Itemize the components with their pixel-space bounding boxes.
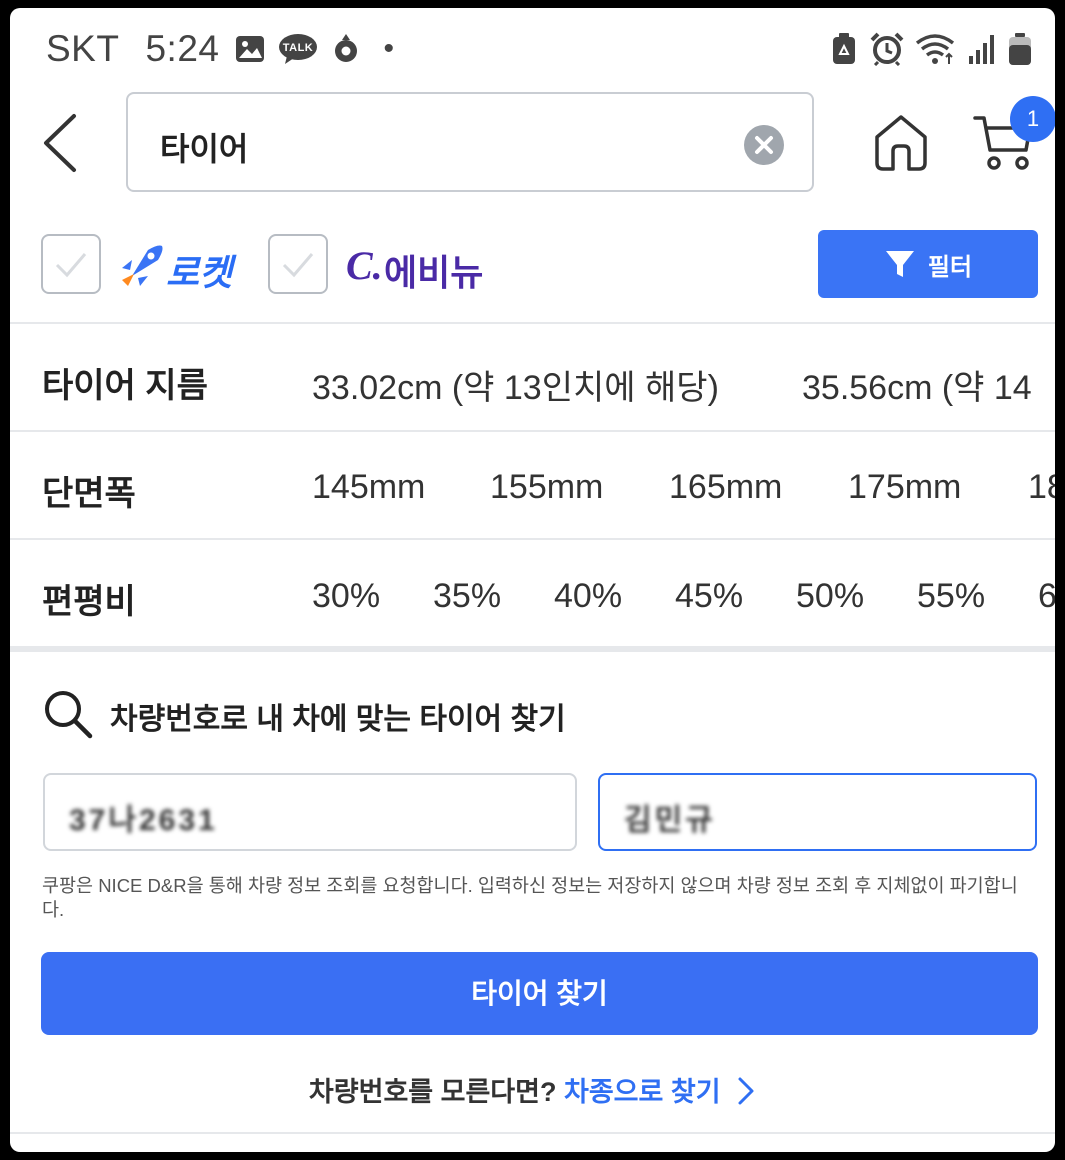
location-icon — [335, 34, 358, 62]
diameter-option[interactable]: 35.56cm (약 14 — [802, 360, 1032, 409]
ratio-option[interactable]: 6 — [1038, 577, 1055, 616]
gallery-icon — [236, 36, 265, 62]
width-option[interactable]: 18 — [1028, 468, 1055, 507]
notification-dot: • — [383, 32, 395, 65]
filter-button[interactable]: 필터 — [818, 230, 1038, 298]
ratio-option[interactable]: 50% — [796, 577, 864, 616]
find-tire-button[interactable]: 타이어 찾기 — [41, 952, 1038, 1035]
check-icon — [282, 253, 314, 278]
width-option[interactable]: 165mm — [669, 468, 782, 507]
clear-search-button[interactable] — [744, 125, 784, 165]
filter-button-label: 필터 — [927, 253, 973, 281]
owner-name-value[interactable]: 김민규 — [624, 795, 716, 839]
section-width-label: 단면폭 — [42, 475, 136, 513]
status-bar-right — [829, 32, 1033, 66]
evenew-logo-c[interactable]: C. — [346, 242, 383, 289]
search-icon — [45, 691, 93, 739]
ratio-option[interactable]: 55% — [917, 577, 985, 616]
width-option[interactable]: 155mm — [490, 468, 603, 507]
talk-badge-text: TALK — [283, 42, 314, 54]
clock: 5:24 — [145, 28, 220, 69]
cart-count-badge: 1 — [1010, 96, 1055, 142]
plate-number-value[interactable]: 37나2631 — [69, 795, 218, 839]
aspect-ratio-label: 편평비 — [42, 583, 136, 621]
divider — [10, 538, 1055, 540]
battery-icon — [1009, 33, 1031, 65]
status-bar-left: SKT 5:24 TALK • — [46, 28, 395, 70]
back-arrow-icon[interactable] — [40, 112, 80, 174]
divider — [10, 1132, 1055, 1134]
ratio-option[interactable]: 45% — [675, 577, 743, 616]
check-icon — [55, 253, 87, 278]
find-by-model-row: 차량번호를 모른다면? 차종으로 찾기 — [10, 1070, 1055, 1109]
width-option[interactable]: 145mm — [312, 468, 425, 507]
ratio-option[interactable]: 30% — [312, 577, 380, 616]
rocket-label[interactable]: 로켓 — [166, 244, 232, 296]
funnel-icon — [885, 251, 914, 277]
signal-icon — [969, 35, 994, 64]
rocket-icon — [122, 245, 163, 286]
kakaotalk-icon: TALK — [279, 34, 318, 64]
carrier: SKT — [46, 28, 120, 69]
divider — [10, 430, 1055, 432]
chevron-right-icon[interactable] — [736, 1076, 756, 1106]
close-icon — [755, 136, 773, 154]
evenew-checkbox[interactable] — [268, 234, 328, 294]
evenew-label[interactable]: 에비뉴 — [384, 244, 483, 296]
privacy-notice: 쿠팡은 NICE D&R을 통해 차량 정보 조회를 요청합니다. 입력하신 정… — [42, 875, 1018, 920]
alarm-icon — [870, 32, 904, 66]
home-icon[interactable] — [872, 113, 930, 173]
diameter-option[interactable]: 33.02cm (약 13인치에 해당) — [312, 360, 719, 409]
battery-saver-icon — [833, 33, 855, 64]
plate-search-title: 차량번호로 내 차에 맞는 타이어 찾기 — [110, 703, 566, 736]
find-by-model-link[interactable]: 차종으로 찾기 — [564, 1077, 721, 1107]
wifi-icon — [915, 34, 955, 64]
section-divider — [10, 646, 1055, 652]
tire-diameter-label: 타이어 지름 — [42, 367, 208, 405]
search-input[interactable]: 타이어 — [126, 92, 814, 192]
width-option[interactable]: 175mm — [848, 468, 961, 507]
ratio-option[interactable]: 40% — [554, 577, 622, 616]
rocket-checkbox[interactable] — [41, 234, 101, 294]
unknown-plate-question: 차량번호를 모른다면? — [308, 1077, 557, 1107]
owner-name-input[interactable]: 김민규 — [598, 773, 1037, 851]
divider — [10, 322, 1055, 324]
plate-number-input[interactable]: 37나2631 — [43, 773, 577, 851]
search-query[interactable]: 타이어 — [160, 124, 248, 170]
ratio-option[interactable]: 35% — [433, 577, 501, 616]
screen: SKT 5:24 TALK • 타이어 1 로켓 C. 에비뉴 필터 타이어 지… — [10, 8, 1055, 1152]
